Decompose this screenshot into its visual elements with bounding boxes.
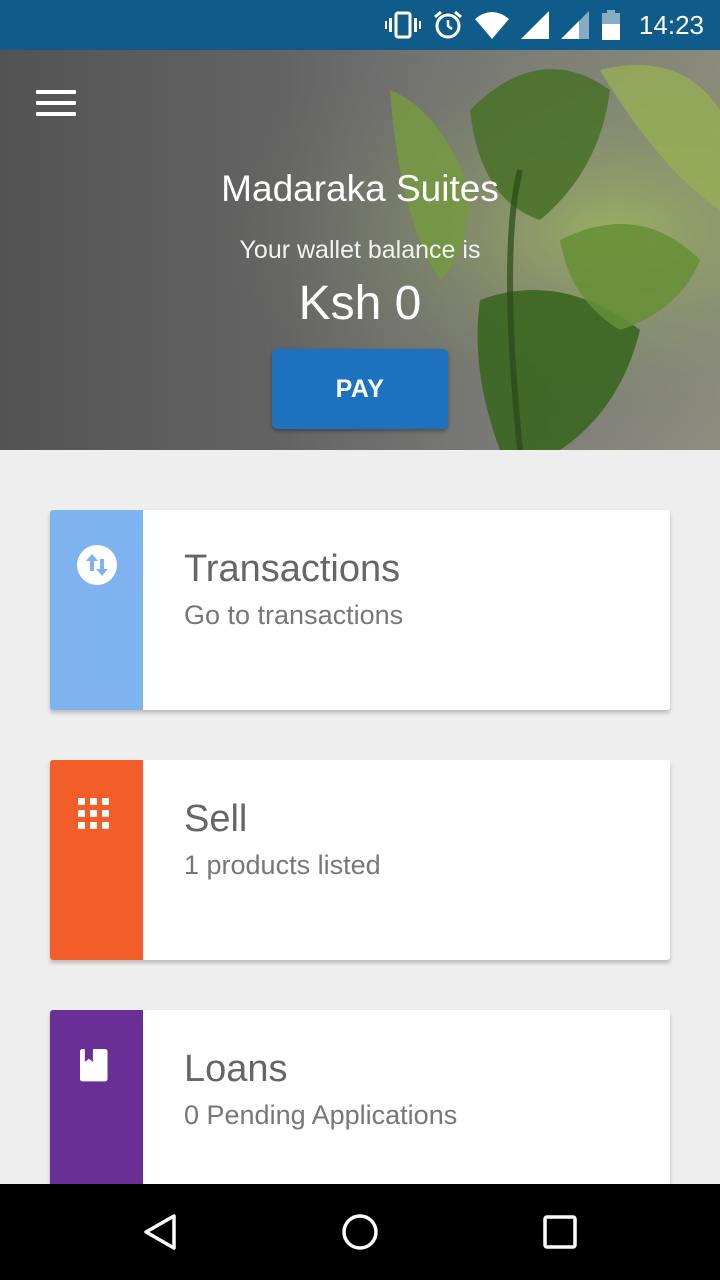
swap-arrows-icon — [77, 545, 117, 585]
card-color-stripe — [50, 760, 143, 960]
transactions-card[interactable]: Transactions Go to transactions — [50, 510, 670, 710]
hamburger-menu-icon[interactable] — [36, 90, 76, 120]
book-icon — [80, 1049, 108, 1082]
wifi-icon — [474, 12, 509, 39]
card-color-stripe — [50, 510, 143, 710]
signal-icon — [520, 11, 549, 39]
system-nav-bar — [0, 1184, 720, 1280]
back-icon[interactable] — [140, 1212, 180, 1252]
battery-icon — [601, 10, 620, 40]
home-icon[interactable] — [340, 1212, 380, 1252]
account-name: Madaraka Suites — [221, 168, 499, 209]
vibrate-icon — [384, 11, 421, 39]
card-title: Loans — [184, 1048, 288, 1090]
card-title: Sell — [184, 798, 248, 840]
card-subtitle: 0 Pending Applications — [184, 1100, 458, 1130]
pay-button[interactable]: PAY — [272, 349, 448, 429]
status-bar: 14:23 — [0, 0, 720, 50]
wallet-header: Madaraka Suites Your wallet balance is K… — [0, 50, 720, 450]
status-icons: 14:23 — [384, 0, 704, 50]
card-subtitle: 1 products listed — [184, 850, 381, 880]
card-color-stripe — [50, 1010, 143, 1210]
recents-icon[interactable] — [540, 1212, 580, 1252]
loans-card[interactable]: Loans 0 Pending Applications — [50, 1010, 670, 1210]
status-time: 14:23 — [638, 9, 704, 40]
signal-icon — [560, 11, 589, 39]
sell-card[interactable]: Sell 1 products listed — [50, 760, 670, 960]
alarm-icon — [433, 10, 462, 39]
card-subtitle: Go to transactions — [184, 600, 404, 630]
wallet-balance-label: Your wallet balance is — [239, 236, 481, 264]
wallet-balance-value: Ksh 0 — [298, 277, 422, 330]
apps-grid-icon — [78, 798, 109, 829]
card-title: Transactions — [184, 548, 401, 590]
